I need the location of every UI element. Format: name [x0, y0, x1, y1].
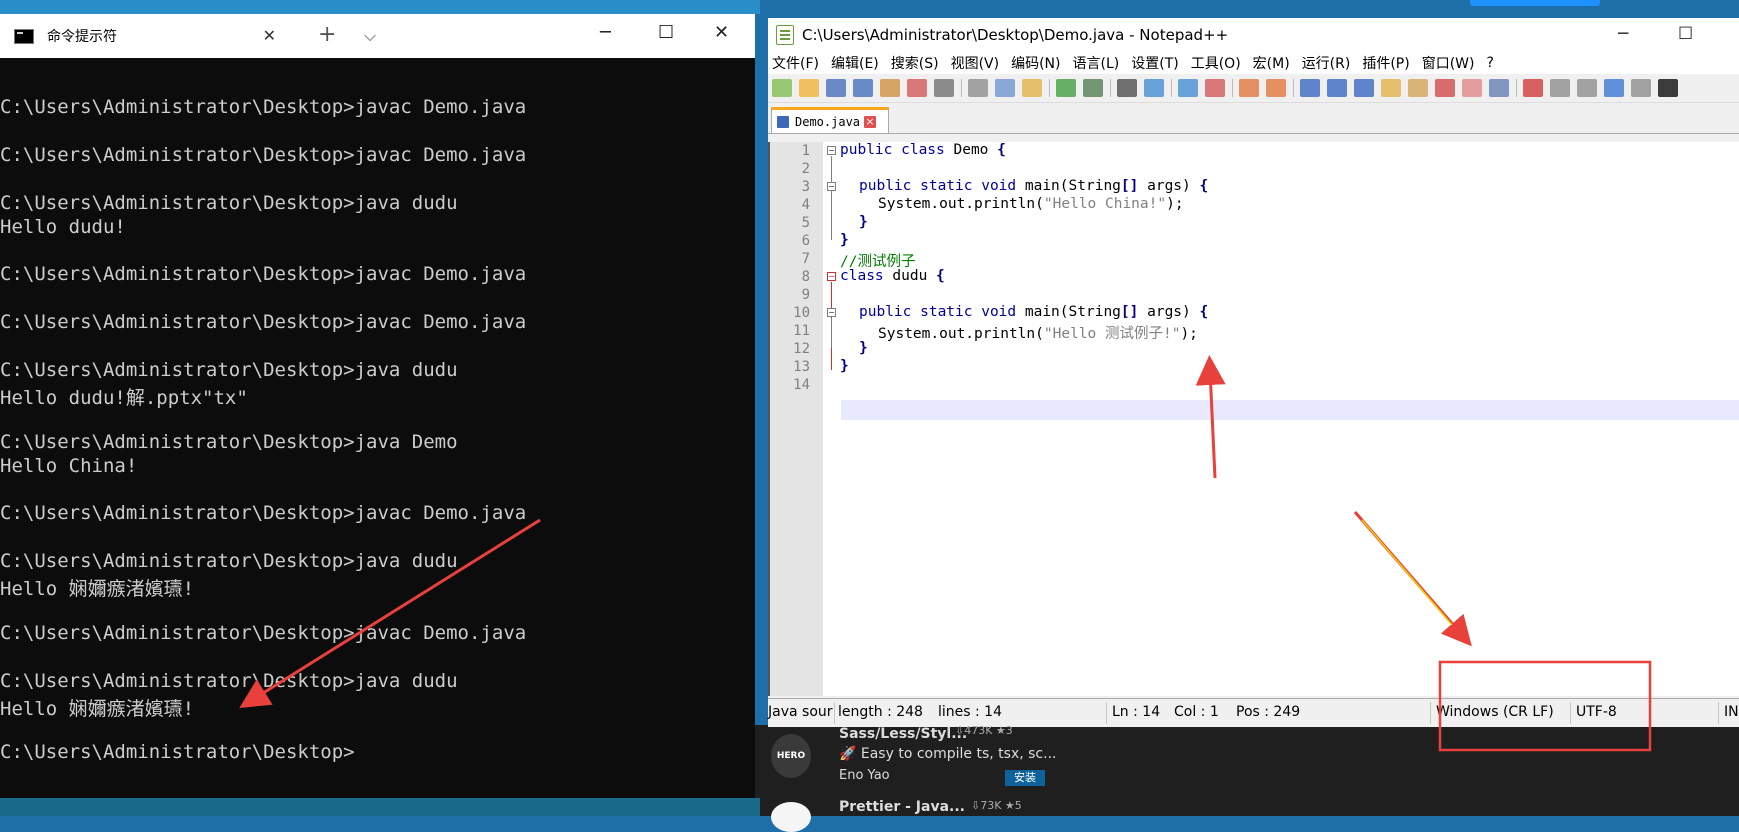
annotation-arrow-highlight: [1361, 519, 1453, 626]
annotation-overlay: [239, 355, 1652, 752]
annotation-arrow-cmd: [239, 518, 541, 708]
annotation-arrow-string: [1195, 355, 1226, 479]
annotation-highlight-box: [1438, 660, 1652, 752]
